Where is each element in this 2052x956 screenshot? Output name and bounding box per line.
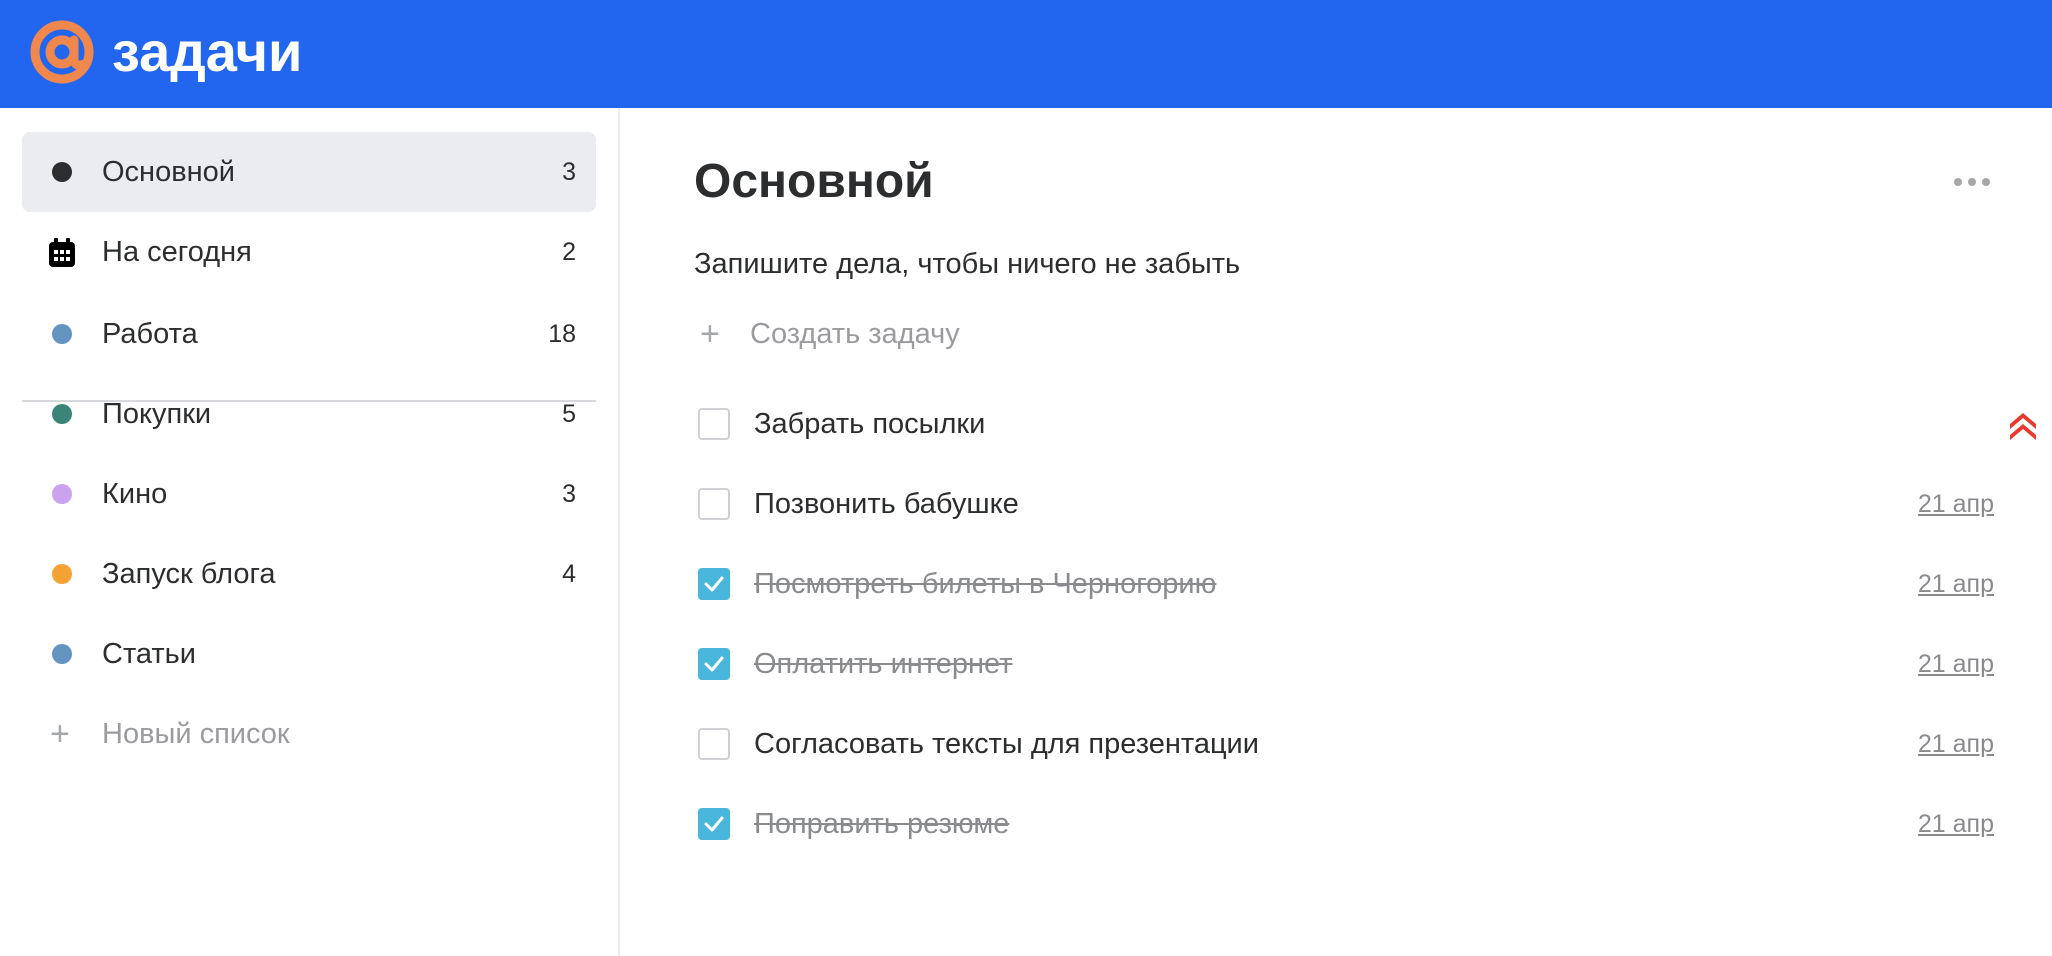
- task-due-date[interactable]: 21 апр: [1918, 624, 1994, 704]
- task-title[interactable]: Оплатить интернет: [754, 624, 1013, 704]
- plus-icon: +: [50, 715, 70, 753]
- task-due-date[interactable]: 21 апр: [1918, 544, 1994, 624]
- task-title[interactable]: Позвонить бабушке: [754, 464, 1019, 544]
- list-description: Запишите дела, чтобы ничего не забыть: [694, 248, 1241, 280]
- task-due-date[interactable]: 21 апр: [1918, 704, 1994, 784]
- task-checkbox[interactable]: [698, 728, 730, 760]
- plus-icon: +: [700, 315, 720, 353]
- sidebar-item-count: 3: [562, 158, 576, 186]
- checkmark-icon: [704, 816, 724, 832]
- sidebar-item-label: Статьи: [102, 638, 196, 670]
- app-logo[interactable]: задачи: [28, 18, 302, 86]
- sidebar-item-osnovnoy[interactable]: Основной 3: [22, 132, 596, 212]
- sidebar: Основной 3 На сегодня 2 Работа 18 Покупк…: [0, 108, 620, 956]
- list-dot-icon: [52, 484, 72, 504]
- sidebar-item-pokupki[interactable]: Покупки 5: [22, 374, 596, 454]
- task-item[interactable]: Согласовать тексты для презентации 21 ап…: [694, 704, 1994, 784]
- task-checkbox-checked[interactable]: [698, 648, 730, 680]
- sidebar-item-count: 3: [562, 480, 576, 508]
- task-checkbox[interactable]: [698, 488, 730, 520]
- task-title[interactable]: Посмотреть билеты в Черногорию: [754, 544, 1216, 624]
- task-due-date[interactable]: 21 апр: [1918, 784, 1994, 864]
- high-priority-icon: [2010, 413, 2036, 440]
- task-item[interactable]: Позвонить бабушке 21 апр: [694, 464, 1994, 544]
- sidebar-item-zapusk-bloga[interactable]: Запуск блога 4: [22, 534, 596, 614]
- create-task-button[interactable]: + Создать задачу: [694, 304, 1894, 364]
- sidebar-item-label: Покупки: [102, 398, 212, 430]
- page-title: Основной: [694, 155, 934, 208]
- task-checkbox-checked[interactable]: [698, 568, 730, 600]
- create-task-label: Создать задачу: [750, 318, 960, 350]
- checkmark-icon: [704, 576, 724, 592]
- new-list-button[interactable]: + Новый список: [22, 694, 596, 774]
- checkmark-icon: [704, 656, 724, 672]
- task-item[interactable]: Поправить резюме 21 апр: [694, 784, 1994, 864]
- sidebar-item-label: На сегодня: [102, 236, 252, 268]
- sidebar-item-today[interactable]: На сегодня 2: [22, 212, 596, 292]
- task-checkbox[interactable]: [698, 408, 730, 440]
- task-item[interactable]: Оплатить интернет 21 апр: [694, 624, 1994, 704]
- task-due-date[interactable]: 21 апр: [1918, 464, 1994, 544]
- list-dot-icon: [52, 404, 72, 424]
- calendar-icon: [49, 238, 75, 267]
- list-dot-icon: [52, 644, 72, 664]
- sidebar-item-stati[interactable]: Статьи: [22, 614, 596, 694]
- task-checkbox-checked[interactable]: [698, 808, 730, 840]
- list-dot-icon: [52, 324, 72, 344]
- sidebar-item-label: Кино: [102, 478, 168, 510]
- task-title[interactable]: Забрать посылки: [754, 384, 985, 464]
- logo-text: задачи: [112, 20, 303, 83]
- sidebar-item-count: 2: [562, 238, 576, 266]
- list-dot-icon: [52, 564, 72, 584]
- sidebar-item-count: 5: [562, 400, 576, 428]
- task-title[interactable]: Поправить резюме: [754, 784, 1009, 864]
- sidebar-item-rabota[interactable]: Работа 18: [22, 294, 596, 374]
- sidebar-item-label: Запуск блога: [102, 558, 276, 590]
- list-dot-icon: [52, 162, 72, 182]
- sidebar-item-count: 4: [562, 560, 576, 588]
- app-header: задачи: [0, 0, 2052, 108]
- task-title[interactable]: Согласовать тексты для презентации: [754, 704, 1259, 784]
- at-sign-logo-icon: [30, 20, 94, 84]
- task-item[interactable]: Посмотреть билеты в Черногорию 21 апр: [694, 544, 1994, 624]
- sidebar-item-count: 18: [548, 320, 576, 348]
- new-list-label: Новый список: [102, 718, 290, 750]
- sidebar-item-label: Основной: [102, 156, 235, 188]
- more-dots-icon[interactable]: [1954, 174, 1994, 190]
- sidebar-item-kino[interactable]: Кино 3: [22, 454, 596, 534]
- sidebar-item-label: Работа: [102, 318, 198, 350]
- task-item[interactable]: Забрать посылки: [694, 384, 2036, 464]
- task-list-panel: Основной Запишите дела, чтобы ничего не …: [620, 108, 2052, 956]
